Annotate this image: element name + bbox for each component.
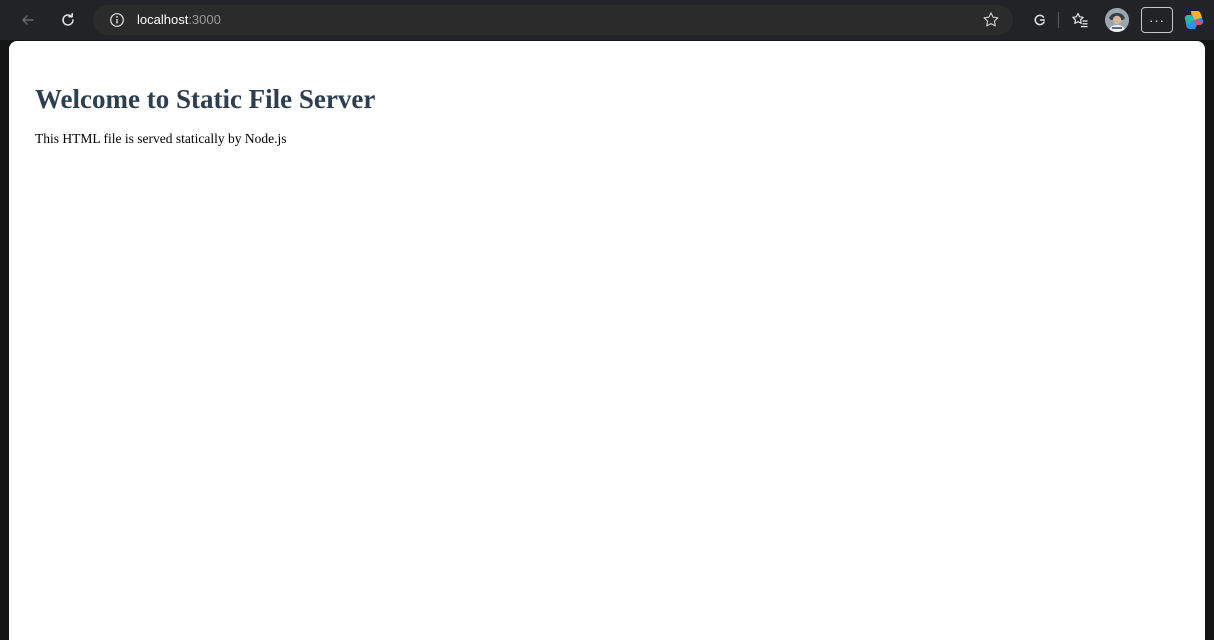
extensions-button[interactable] (1026, 6, 1054, 34)
url-text[interactable]: localhost:3000 (137, 5, 221, 35)
url-host: localhost (137, 12, 189, 27)
back-arrow-icon (20, 12, 36, 28)
more-icon: ··· (1149, 12, 1165, 28)
page-viewport: Welcome to Static File Server This HTML … (9, 41, 1205, 640)
info-icon[interactable] (109, 12, 125, 28)
copilot-icon[interactable] (1183, 9, 1205, 31)
star-icon[interactable] (981, 10, 1001, 30)
browser-toolbar: localhost:3000 ··· (0, 0, 1214, 40)
favorites-button[interactable] (1066, 6, 1094, 34)
extensions-icon (1031, 11, 1049, 29)
page-text: This HTML file is served statically by N… (35, 131, 287, 146)
browser-window: localhost:3000 ··· Welcome to Static Fil… (0, 0, 1214, 640)
favorites-list-icon (1071, 11, 1089, 29)
refresh-button[interactable] (54, 6, 82, 34)
more-button[interactable]: ··· (1141, 7, 1173, 33)
toolbar-separator (1058, 12, 1059, 28)
profile-avatar[interactable] (1105, 8, 1129, 32)
back-button[interactable] (14, 6, 42, 34)
address-bar[interactable]: localhost:3000 (93, 5, 1013, 35)
url-port: :3000 (188, 12, 221, 27)
refresh-icon (59, 11, 77, 29)
page-content: Welcome to Static File Server This HTML … (9, 41, 1205, 147)
page-heading: Welcome to Static File Server (35, 84, 376, 114)
